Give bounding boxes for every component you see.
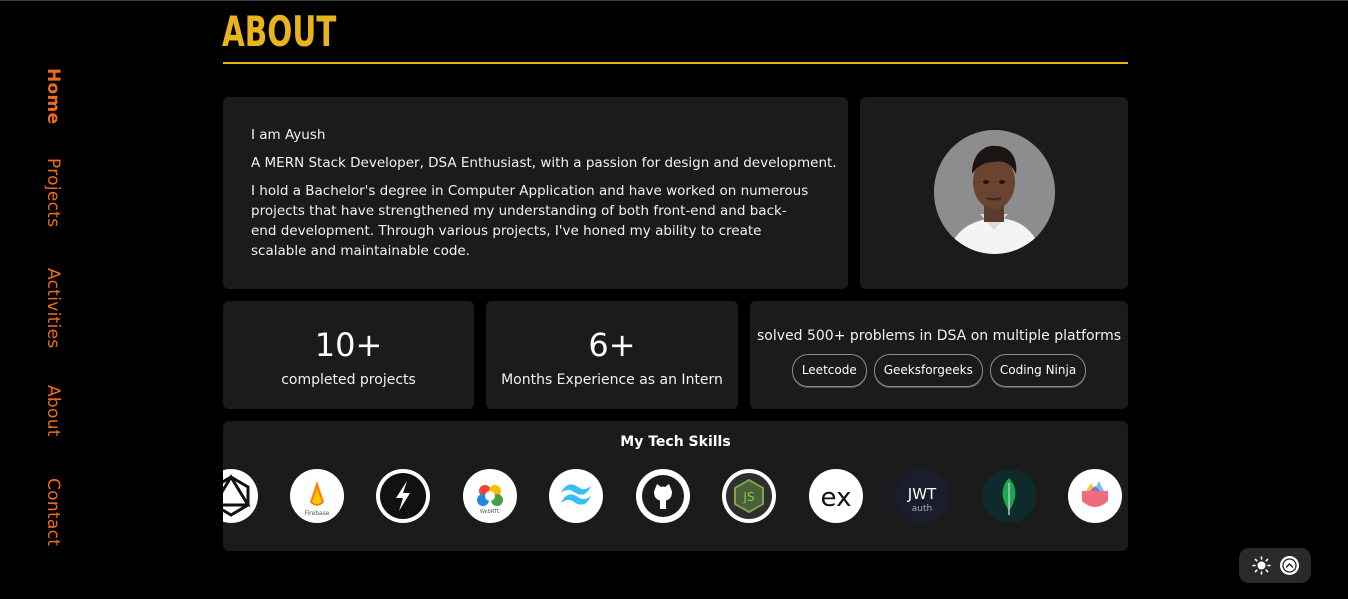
nav-contact[interactable]: Contact xyxy=(40,478,66,546)
jwt-subcaption: auth xyxy=(912,504,932,514)
webrtc-icon: WebRTC xyxy=(463,469,517,523)
webrtc-caption: WebRTC xyxy=(480,509,501,515)
jwt-icon: JWT auth xyxy=(895,469,949,523)
nav-about[interactable]: About xyxy=(40,385,66,437)
tech-skills-title: My Tech Skills xyxy=(620,434,731,450)
nodejs-icon: JS xyxy=(722,469,776,523)
coding-ninja-button[interactable]: Coding Ninja xyxy=(989,354,1087,387)
redux-toolkit-icon xyxy=(1068,469,1122,523)
stat-experience-label: Months Experience as an Intern xyxy=(501,372,723,388)
floating-controls xyxy=(1239,548,1311,583)
firebase-caption: Firebase xyxy=(304,510,329,517)
intro-card: I am Ayush A MERN Stack Developer, DSA E… xyxy=(223,97,848,289)
platform-list: Leetcode Geeksforgeeks Coding Ninja xyxy=(750,354,1128,387)
express-caption: ex xyxy=(821,483,852,513)
stat-experience-value: 6+ xyxy=(588,326,636,364)
dsa-card: solved 500+ problems in DSA on multiple … xyxy=(750,301,1128,409)
socketio-icon xyxy=(376,469,430,523)
side-navigation: Home Projects Activities About Contact xyxy=(0,0,110,599)
express-icon: ex xyxy=(809,469,863,523)
jwt-caption: JWT xyxy=(907,485,937,503)
nodejs-caption: JS xyxy=(742,490,754,504)
leetcode-button[interactable]: Leetcode xyxy=(791,354,867,387)
intro-bio: I hold a Bachelor's degree in Computer A… xyxy=(251,183,809,259)
section-title: ABOUT xyxy=(222,7,337,56)
sun-icon xyxy=(1252,556,1271,575)
nav-home[interactable]: Home xyxy=(40,68,66,124)
intro-greeting: I am Ayush xyxy=(251,127,326,143)
stat-projects-card: 10+ completed projects xyxy=(223,301,474,409)
geeksforgeeks-button[interactable]: Geeksforgeeks xyxy=(873,354,983,387)
intro-tagline: A MERN Stack Developer, DSA Enthusiast, … xyxy=(251,155,837,171)
stat-experience-card: 6+ Months Experience as an Intern xyxy=(486,301,738,409)
tech-skills-card: My Tech Skills Firebase WebRTC JS ex JWT… xyxy=(223,421,1128,551)
top-border xyxy=(0,0,1348,1)
profile-photo-card xyxy=(860,97,1128,289)
avatar xyxy=(934,130,1055,254)
scroll-to-top-button[interactable] xyxy=(1280,556,1299,575)
chevron-up-icon xyxy=(1282,558,1297,573)
firebase-icon: Firebase xyxy=(290,469,344,523)
github-icon xyxy=(636,469,690,523)
graphql-icon xyxy=(223,469,258,523)
stat-projects-label: completed projects xyxy=(281,372,416,388)
theme-toggle-button[interactable] xyxy=(1252,556,1271,575)
dsa-text: solved 500+ problems in DSA on multiple … xyxy=(756,328,1121,344)
nav-activities[interactable]: Activities xyxy=(40,268,66,349)
nav-projects[interactable]: Projects xyxy=(40,158,66,227)
title-underline xyxy=(223,62,1128,64)
tailwind-icon xyxy=(549,469,603,523)
stat-projects-value: 10+ xyxy=(314,326,383,364)
mongodb-icon xyxy=(982,469,1036,523)
